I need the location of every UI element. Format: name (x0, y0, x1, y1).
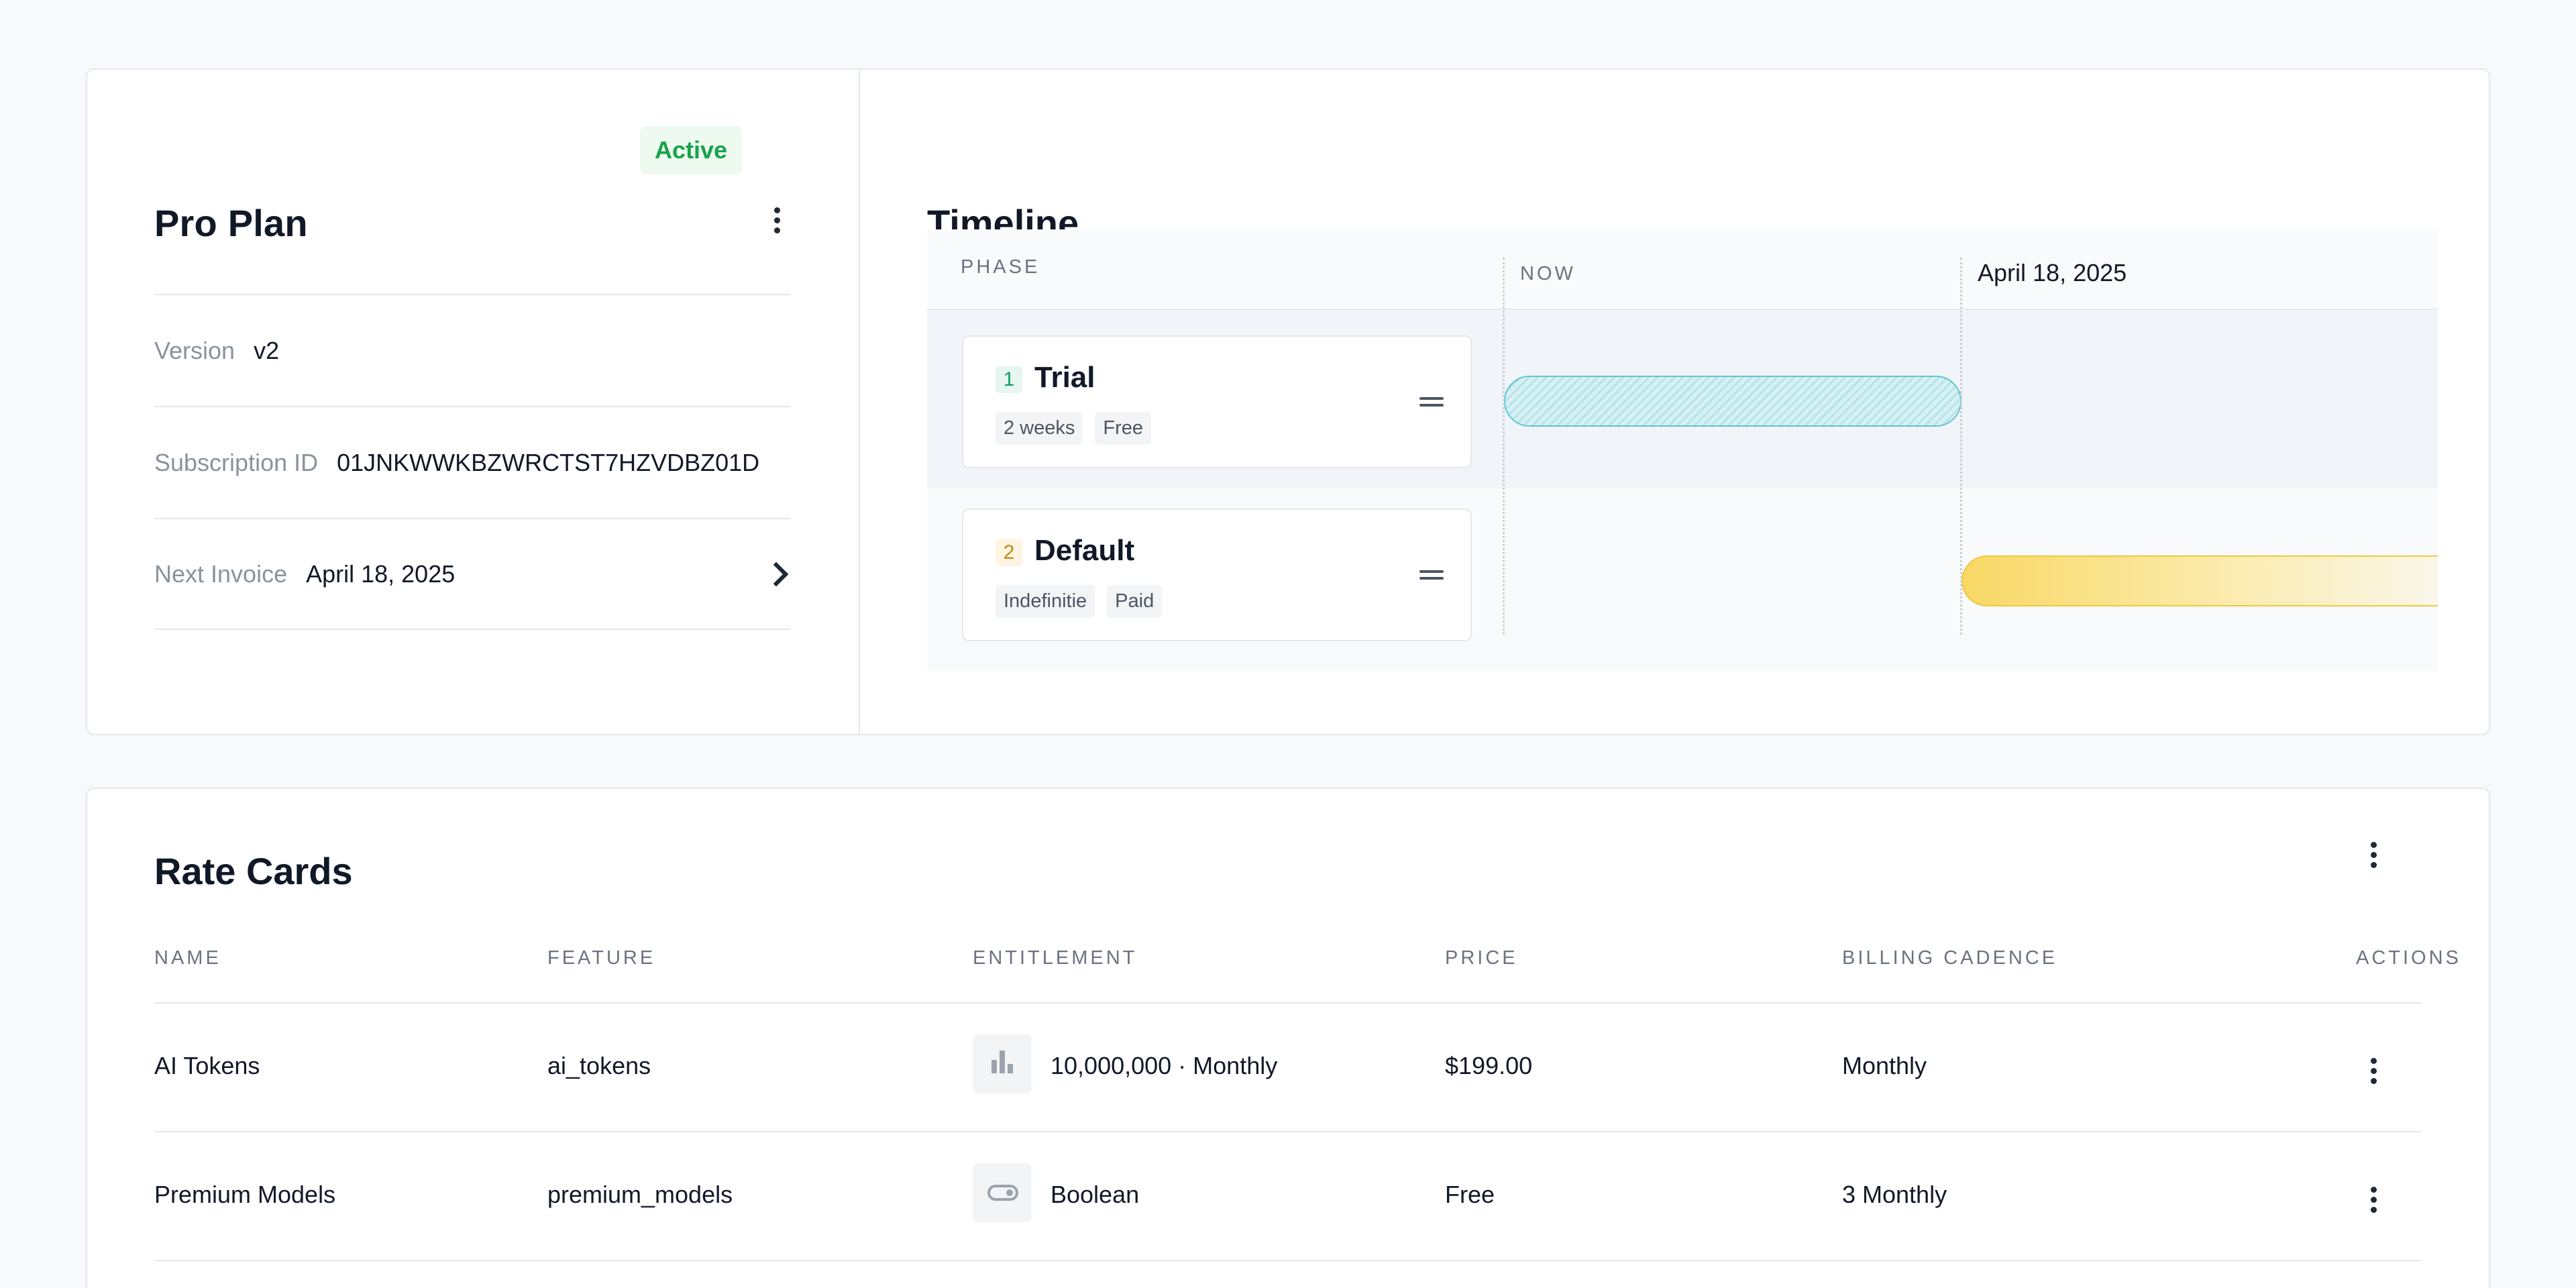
trial-phase-bar (1504, 376, 1962, 427)
column-header-name: NAME (154, 947, 221, 969)
field-value: 01JNKWWKBZWRCTST7HZVDBZ01D (337, 448, 760, 476)
marker-date-label: April 18, 2025 (1978, 259, 2127, 286)
row-actions-icon[interactable] (2360, 1051, 2387, 1091)
rate-card-entitlement: Boolean (1051, 1181, 1140, 1208)
plan-overview-card: Pro Plan Active Version v2 Subscription … (86, 68, 2490, 735)
phase-duration-tag: 2 weeks (996, 412, 1083, 445)
phase-card-default[interactable]: 2 Default Indefinitie Paid (962, 508, 1472, 641)
timeline-chart: PHASE NOW April 18, 2025 1 Trial 2 weeks… (927, 229, 2438, 671)
field-value: April 18, 2025 (306, 559, 455, 588)
field-value: v2 (254, 336, 280, 364)
plan-field-version: Version v2 (154, 294, 790, 406)
field-label: Next Invoice (154, 559, 288, 588)
phase-price-tag: Paid (1107, 585, 1163, 618)
phase-price-tag: Free (1095, 412, 1152, 445)
column-header-phase: PHASE (961, 256, 1040, 278)
row-divider (154, 1260, 2422, 1261)
row-actions-icon[interactable] (2360, 1179, 2387, 1220)
default-phase-bar (1962, 555, 2438, 606)
rate-card-price: $199.00 (1445, 1052, 1533, 1079)
rate-card-billing-cadence: 3 Monthly (1842, 1181, 1947, 1208)
timeline-panel: Timeline PHASE NOW April 18, 2025 1 Tria… (860, 70, 2489, 734)
column-header-entitlement: ENTITLEMENT (973, 947, 1138, 969)
header-divider (154, 1002, 2422, 1004)
rate-cards-card: Rate Cards NAME FEATURE ENTITLEMENT PRIC… (86, 788, 2490, 1288)
now-marker-line (1503, 258, 1505, 635)
column-header-actions: ACTIONS (2356, 947, 2461, 969)
plan-field-subscription-id: Subscription ID 01JNKWWKBZWRCTST7HZVDBZ0… (154, 406, 790, 518)
phase-tags: Indefinitie Paid (996, 585, 1163, 618)
field-label: Version (154, 336, 235, 364)
chevron-right-icon[interactable] (763, 561, 789, 586)
timeline-row-default: 2 Default Indefinitie Paid (927, 488, 2438, 671)
phase-card-trial[interactable]: 1 Trial 2 weeks Free (962, 335, 1472, 468)
rate-cards-more-actions-icon[interactable] (2360, 835, 2387, 875)
column-header-billing-cadence: BILLING CADENCE (1842, 947, 2058, 969)
field-label: Subscription ID (154, 448, 319, 476)
rate-card-feature: premium_models (547, 1181, 733, 1208)
timeline-header: PHASE NOW April 18, 2025 (927, 229, 2438, 310)
date-marker-line (1960, 258, 1962, 635)
plan-title: Pro Plan (154, 202, 308, 244)
marker-now-label: NOW (1520, 263, 1576, 284)
timeline-row-trial: 1 Trial 2 weeks Free (927, 310, 2438, 488)
phase-duration-tag: Indefinitie (996, 585, 1095, 618)
plan-field-next-invoice[interactable]: Next Invoice April 18, 2025 (154, 518, 790, 630)
bar-chart-icon (973, 1034, 1032, 1093)
rate-card-entitlement: 10,000,000 · Monthly (1051, 1052, 1278, 1079)
rate-card-billing-cadence: Monthly (1842, 1052, 1927, 1079)
column-header-feature: FEATURE (547, 947, 656, 969)
phase-tags: 2 weeks Free (996, 412, 1152, 445)
rate-card-name: AI Tokens (154, 1052, 260, 1079)
drag-handle-icon[interactable] (1419, 397, 1444, 407)
rate-cards-title: Rate Cards (154, 850, 353, 892)
rate-card-price: Free (1445, 1181, 1495, 1208)
phase-index: 2 (996, 539, 1022, 566)
row-divider (154, 1131, 2422, 1132)
phase-index: 1 (996, 366, 1022, 393)
phase-name: Trial (1034, 361, 1095, 394)
rate-card-name: Premium Models (154, 1181, 336, 1208)
phase-name: Default (1034, 534, 1135, 567)
status-badge: Active (640, 126, 743, 174)
plan-details-panel: Pro Plan Active Version v2 Subscription … (87, 70, 860, 734)
drag-handle-icon[interactable] (1419, 570, 1444, 580)
rate-card-feature: ai_tokens (547, 1052, 651, 1079)
column-header-price: PRICE (1445, 947, 1518, 969)
plan-more-actions-icon[interactable] (763, 200, 790, 240)
plan-fields: Version v2 Subscription ID 01JNKWWKBZWRC… (154, 294, 790, 630)
toggle-icon (973, 1163, 1032, 1222)
